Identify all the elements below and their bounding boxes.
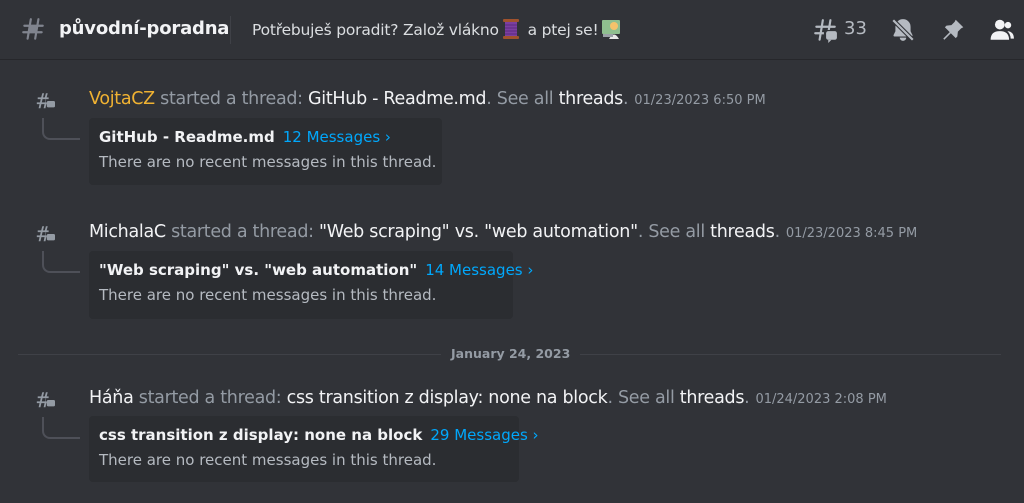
thread-icon bbox=[36, 392, 55, 408]
thread-spine bbox=[42, 251, 80, 273]
pinned-messages-icon[interactable] bbox=[940, 17, 966, 43]
thread-created-message: VojtaCZ started a thread: GitHub - Readm… bbox=[0, 84, 1024, 204]
thread-title-link[interactable]: "Web scraping" vs. "web automation" bbox=[319, 222, 638, 242]
channel-topic[interactable]: Potřebuješ poradit? Založ vlákno a ptej … bbox=[252, 16, 623, 44]
threads-icon[interactable] bbox=[812, 17, 838, 43]
channel-header: původní-poradna Potřebuješ poradit? Zalo… bbox=[0, 0, 1024, 60]
thread-spine bbox=[42, 417, 80, 439]
timestamp: 01/24/2023 2:08 PM bbox=[755, 392, 887, 407]
date-divider-label: January 24, 2023 bbox=[441, 345, 581, 363]
author-name[interactable]: Háňa bbox=[89, 388, 134, 408]
timestamp: 01/23/2023 8:45 PM bbox=[785, 226, 918, 241]
see-all-text: . See all bbox=[637, 222, 711, 242]
card-title[interactable]: "Web scraping" vs. "web automation" bbox=[99, 261, 417, 279]
thread-icon bbox=[36, 226, 55, 242]
threads-link[interactable]: threads bbox=[680, 388, 745, 408]
thread-title-link[interactable]: GitHub - Readme.md bbox=[308, 89, 487, 109]
author-name[interactable]: VojtaCZ bbox=[89, 89, 155, 109]
channel-name: původní-poradna bbox=[59, 18, 230, 39]
see-all-text: . See all bbox=[486, 89, 559, 109]
card-title[interactable]: GitHub - Readme.md bbox=[99, 128, 275, 146]
thread-created-message: Háňa started a thread: css transition z … bbox=[0, 383, 1024, 503]
thread-card[interactable]: css transition z display: none na block 2… bbox=[89, 416, 539, 482]
timestamp: 01/23/2023 6:50 PM bbox=[634, 93, 766, 108]
started-text: started a thread: bbox=[133, 388, 287, 408]
threads-link[interactable]: threads bbox=[710, 222, 775, 242]
card-body: There are no recent messages in this thr… bbox=[99, 451, 437, 469]
started-text: started a thread: bbox=[165, 222, 319, 242]
period-text: . bbox=[774, 222, 781, 242]
thread-card[interactable]: GitHub - Readme.md 12 Messages › There ar… bbox=[89, 118, 442, 185]
threads-link[interactable]: threads bbox=[559, 89, 624, 109]
threads-count[interactable]: 33 bbox=[844, 16, 867, 42]
period-text: . bbox=[744, 388, 750, 408]
thread-spine bbox=[42, 118, 80, 140]
system-message-line: Háňa started a thread: css transition z … bbox=[89, 383, 887, 415]
person-at-computer-emoji bbox=[601, 19, 620, 39]
messages-count-link[interactable]: 14 Messages › bbox=[425, 261, 533, 279]
topic-text-1: Potřebuješ poradit? Založ vlákno bbox=[252, 21, 499, 39]
thread-created-message: MichalaC started a thread: "Web scraping… bbox=[0, 217, 1024, 337]
member-list-icon[interactable] bbox=[989, 17, 1015, 43]
notifications-muted-icon[interactable] bbox=[890, 17, 916, 43]
started-text: started a thread: bbox=[154, 89, 309, 109]
thread-title-link[interactable]: css transition z display: none na block bbox=[287, 388, 608, 408]
period-text: . bbox=[622, 89, 629, 109]
card-body: There are no recent messages in this thr… bbox=[99, 286, 437, 304]
channel-hash-icon bbox=[22, 18, 44, 40]
thread-spool-emoji bbox=[502, 18, 519, 39]
card-body: There are no recent messages in this thr… bbox=[99, 153, 437, 171]
system-message-line: MichalaC started a thread: "Web scraping… bbox=[89, 217, 917, 249]
header-divider bbox=[230, 16, 231, 44]
system-message-line: VojtaCZ started a thread: GitHub - Readm… bbox=[89, 84, 766, 116]
card-title[interactable]: css transition z display: none na block bbox=[99, 426, 422, 444]
thread-card[interactable]: "Web scraping" vs. "web automation" 14 Me… bbox=[89, 251, 533, 319]
messages-count-link[interactable]: 12 Messages › bbox=[283, 128, 391, 146]
messages-count-link[interactable]: 29 Messages › bbox=[430, 426, 538, 444]
topic-text-2: a ptej se! bbox=[522, 21, 599, 39]
author-name[interactable]: MichalaC bbox=[89, 222, 166, 242]
see-all-text: . See all bbox=[607, 388, 680, 408]
thread-icon bbox=[36, 93, 55, 109]
